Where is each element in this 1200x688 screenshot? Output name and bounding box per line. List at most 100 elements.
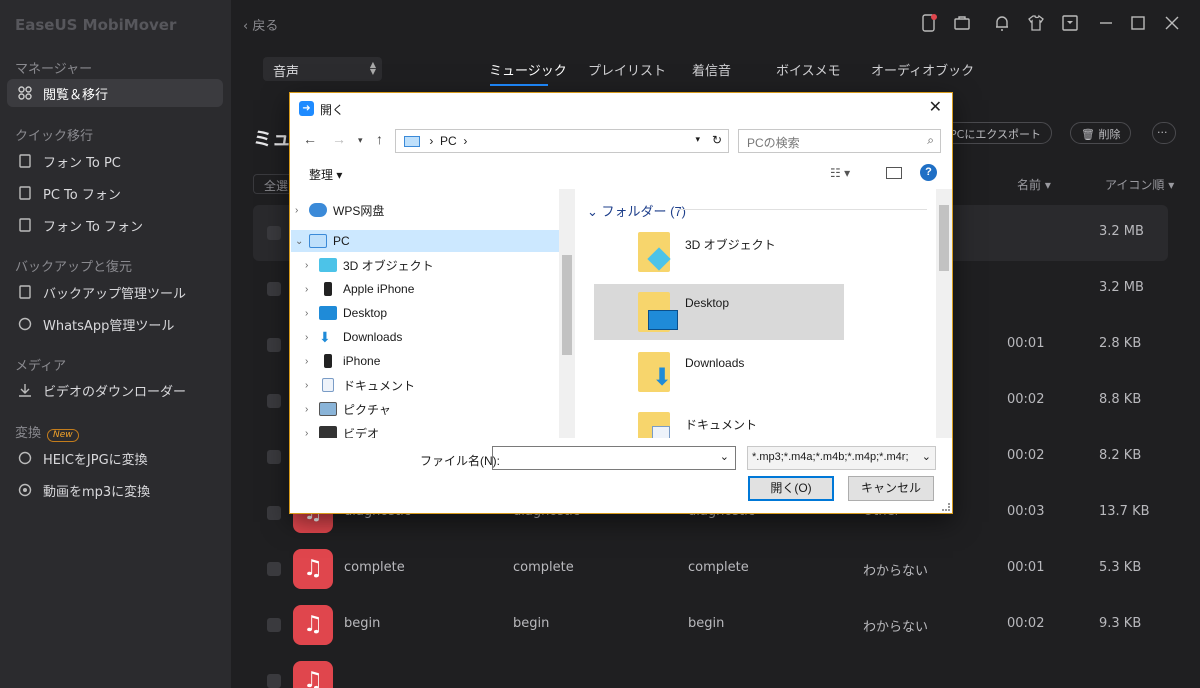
preview-pane-icon[interactable] — [886, 167, 902, 179]
row-checkbox[interactable] — [267, 394, 281, 408]
media-type-select[interactable]: 音声 ▲ ▼ — [263, 57, 382, 81]
sidebar-item-pc-to-phone[interactable]: PC To フォン — [7, 179, 223, 207]
tab-playlists[interactable]: プレイリスト — [588, 60, 666, 79]
tree-item-videos[interactable]: › ビデオ — [305, 422, 573, 438]
open-button[interactable]: 開く(O) — [748, 476, 834, 501]
tree-item-3d-objects[interactable]: › 3D オブジェクト — [305, 254, 573, 276]
folder-item-downloads[interactable]: ⬇ Downloads — [594, 344, 844, 400]
sidebar-item-label: フォン To フォン — [43, 219, 143, 235]
tree-item-pc[interactable]: ⌄ PC — [291, 230, 559, 252]
filename-input[interactable]: ⌄ — [492, 446, 736, 470]
refresh-icon[interactable]: ↻ — [712, 133, 722, 147]
back-button[interactable]: ‹ 戻る — [243, 15, 278, 34]
tree-item-apple-iphone[interactable]: › Apple iPhone — [305, 278, 573, 300]
sidebar-item-phone-to-phone[interactable]: フォン To フォン — [7, 211, 223, 239]
minimize-icon[interactable] — [1097, 14, 1115, 32]
table-row[interactable]: ♫ complete complete complete わからない 00:01… — [253, 541, 1168, 597]
desktop-icon — [319, 306, 337, 320]
back-arrow-icon[interactable]: ← — [303, 131, 317, 147]
toolbox-icon[interactable] — [953, 14, 971, 32]
folder-item-3d-objects[interactable]: 3D オブジェクト — [594, 224, 844, 280]
delete-button[interactable]: 🗑 削除 — [1070, 122, 1132, 144]
close-icon[interactable] — [1163, 14, 1181, 32]
chevron-right-icon: › — [305, 403, 309, 415]
sidebar-item-label: フォン To PC — [43, 155, 121, 171]
tab-voice-memos[interactable]: ボイスメモ — [776, 60, 841, 79]
cloud-icon — [309, 203, 327, 217]
row-checkbox[interactable] — [267, 562, 281, 576]
sidebar-item-video-to-mp3[interactable]: 動画をmp3に変換 — [7, 476, 223, 504]
tree-scrollbar[interactable] — [559, 189, 575, 438]
row-checkbox[interactable] — [267, 618, 281, 632]
help-icon[interactable]: ? — [920, 164, 937, 181]
tab-music[interactable]: ミュージック — [489, 60, 567, 79]
sidebar-item-browse[interactable]: 閲覧＆移行 — [7, 79, 223, 107]
sidebar-item-video-downloader[interactable]: ビデオのダウンローダー — [7, 376, 223, 404]
address-dropdown-icon[interactable]: ▾ — [695, 134, 700, 145]
row-checkbox[interactable] — [267, 450, 281, 464]
convert-icon — [15, 450, 35, 466]
row-checkbox[interactable] — [267, 282, 281, 296]
resize-grip[interactable] — [942, 503, 950, 511]
tree-item-pictures[interactable]: › ピクチャ — [305, 398, 573, 420]
view-mode-select[interactable]: アイコン順 ▾ — [1105, 176, 1174, 193]
sidebar-item-backup-manager[interactable]: バックアップ管理ツール — [7, 278, 223, 306]
maximize-icon[interactable] — [1129, 14, 1147, 32]
backup-icon — [15, 284, 35, 300]
row-checkbox[interactable] — [267, 226, 281, 240]
tab-ringtones[interactable]: 着信音 — [692, 60, 731, 79]
updown-arrow-icon: ▲ ▼ — [369, 60, 376, 76]
view-options-icon[interactable]: ☷ ▾ — [830, 166, 850, 180]
row-checkbox[interactable] — [267, 506, 281, 520]
whatsapp-icon — [15, 316, 35, 332]
search-input[interactable]: PCの検索 ⌕ — [738, 129, 941, 153]
tree-item-downloads[interactable]: › ⬇ Downloads — [305, 326, 573, 348]
files-scrollbar[interactable] — [936, 189, 952, 438]
folder-item-documents[interactable]: ドキュメント — [594, 404, 844, 438]
section-backup: バックアップと復元 — [15, 260, 133, 275]
phone-status-icon[interactable] — [921, 14, 939, 32]
shirt-icon[interactable] — [1027, 14, 1045, 32]
breadcrumb-pc[interactable]: PC — [440, 134, 457, 148]
cancel-button[interactable]: キャンセル — [848, 476, 934, 501]
music-note-icon: ♫ — [293, 605, 333, 645]
recent-locations-icon[interactable]: ▾ — [358, 135, 363, 146]
bell-icon[interactable] — [993, 14, 1011, 32]
chevron-down-icon[interactable]: ⌄ — [720, 450, 729, 463]
forward-arrow-icon[interactable]: → — [332, 131, 346, 147]
dialog-title: 開く — [320, 103, 345, 117]
sidebar-item-whatsapp[interactable]: WhatsApp管理ツール — [7, 310, 223, 338]
chevron-right-icon: › — [305, 355, 309, 367]
dialog-close-icon[interactable]: ✕ — [929, 97, 942, 117]
scrollbar-thumb[interactable] — [939, 205, 949, 271]
chevron-right-icon: › — [305, 307, 309, 319]
tree-item-documents[interactable]: › ドキュメント — [305, 374, 573, 396]
up-arrow-icon[interactable]: ↑ — [376, 131, 383, 147]
tab-audiobooks[interactable]: オーディオブック — [871, 60, 974, 79]
menu-dropdown-icon[interactable] — [1061, 14, 1079, 32]
file-type-select[interactable]: *.mp3;*.m4a;*.m4b;*.m4p;*.m4r; ⌄ — [747, 446, 936, 470]
scrollbar-thumb[interactable] — [562, 255, 572, 355]
pc-to-phone-icon — [15, 185, 35, 201]
sidebar-item-heic-to-jpg[interactable]: HEICをJPGに変換 — [7, 444, 223, 472]
row-checkbox[interactable] — [267, 338, 281, 352]
row-checkbox[interactable] — [267, 674, 281, 688]
more-button[interactable]: ··· — [1152, 122, 1176, 144]
sidebar-item-phone-to-pc[interactable]: フォン To PC — [7, 147, 223, 175]
sort-by-name[interactable]: 名前 ▾ — [1017, 176, 1051, 193]
organize-menu[interactable]: 整理 ▾ — [309, 166, 342, 183]
table-row[interactable]: ♫ — [253, 653, 1168, 688]
phone-to-phone-icon — [15, 217, 35, 233]
group-divider — [677, 209, 927, 210]
address-bar[interactable]: › PC › ▾ ↻ — [395, 129, 729, 153]
tree-item-desktop[interactable]: › Desktop — [305, 302, 573, 324]
table-row[interactable]: ♫ begin begin begin わからない 00:02 9.3 KB — [253, 597, 1168, 653]
tab-active-indicator — [490, 84, 548, 86]
tree-item-wps[interactable]: › WPS网盘 — [295, 199, 563, 221]
tree-item-iphone[interactable]: › iPhone — [305, 350, 573, 372]
folder-item-desktop[interactable]: Desktop — [594, 284, 844, 340]
folders-group-header[interactable]: ⌄ フォルダー (7) — [587, 201, 686, 220]
sidebar-item-label: HEICをJPGに変換 — [43, 452, 148, 468]
sidebar: EaseUS MobiMover マネージャー 閲覧＆移行 クイック移行 フォン… — [0, 0, 231, 688]
export-to-pc-button[interactable]: PCにエクスポート — [939, 122, 1052, 144]
